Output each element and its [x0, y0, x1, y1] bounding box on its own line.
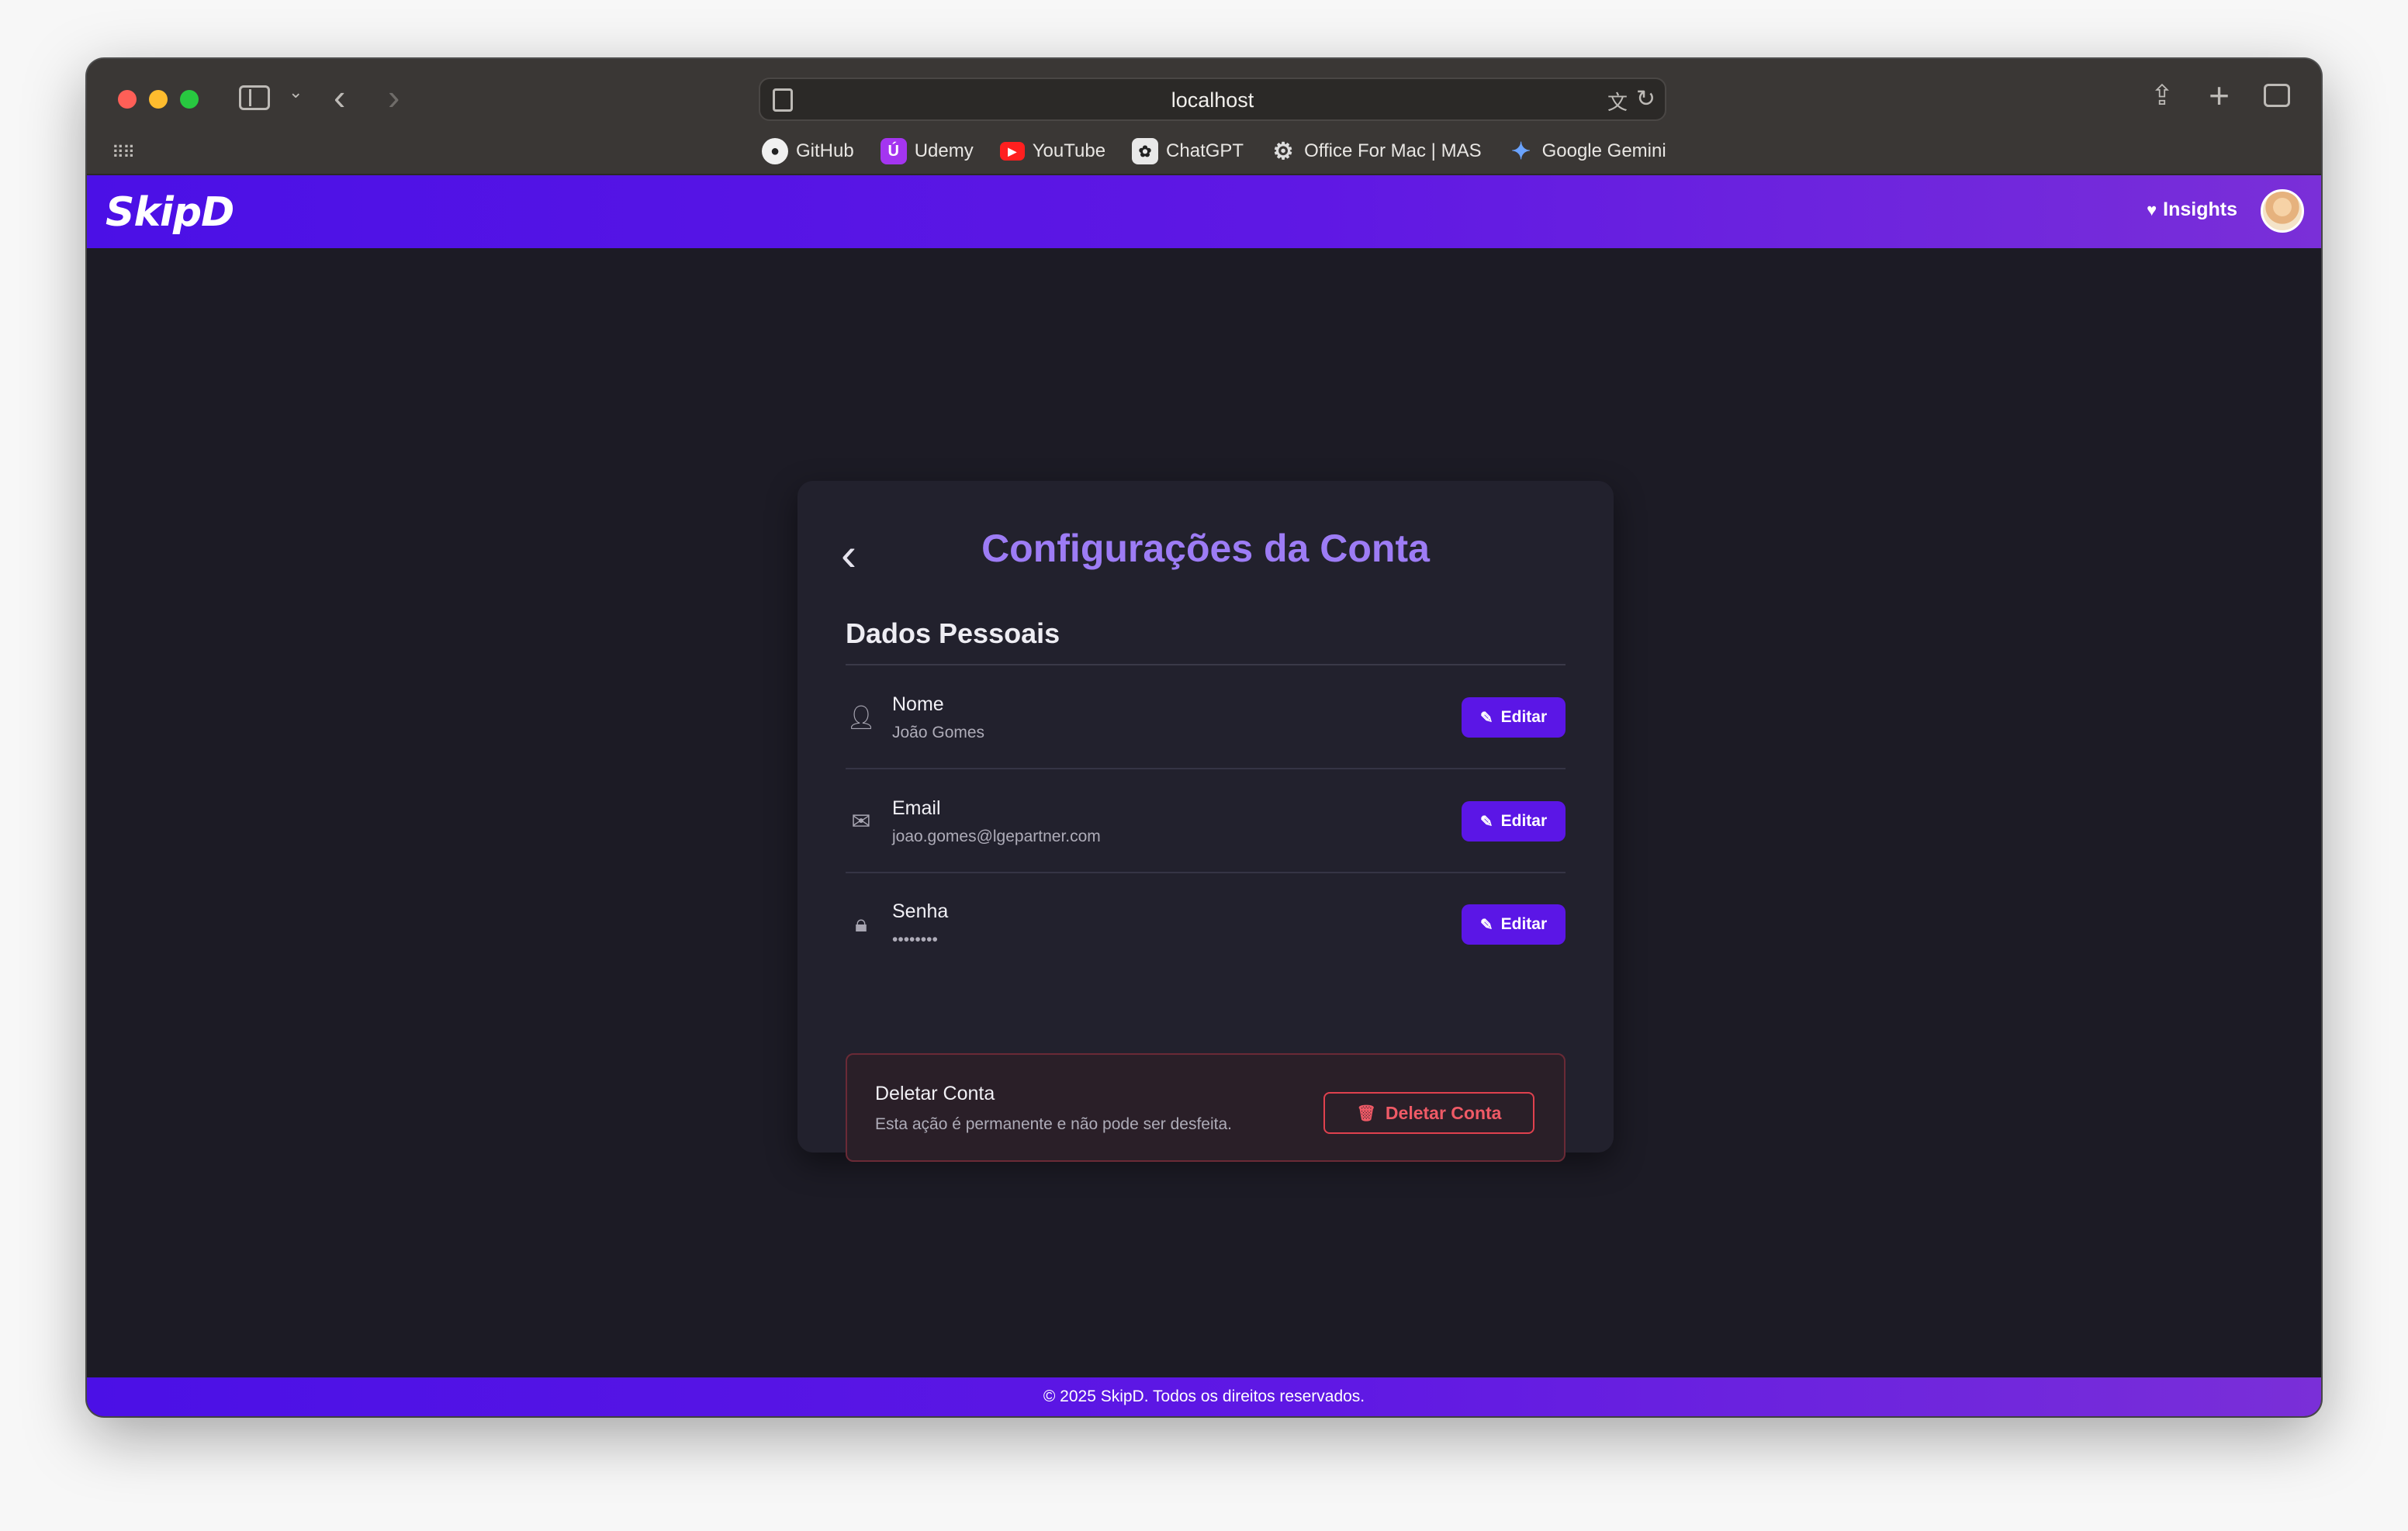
udemy-icon: Ú: [880, 138, 907, 164]
bookmark-label: YouTube: [1032, 140, 1106, 161]
bookmark-label: Udemy: [914, 140, 974, 161]
bookmark-label: GitHub: [796, 140, 854, 161]
chatgpt-icon: ✿: [1132, 138, 1159, 164]
forward-arrow-icon[interactable]: ›: [388, 76, 400, 118]
trash-icon: 🗑︎: [1356, 1104, 1376, 1122]
bookmark-label: Office For Mac | MAS: [1304, 140, 1482, 161]
bookmark-office[interactable]: ⚙ Office For Mac | MAS: [1270, 138, 1482, 164]
browser-toolbar: ⌄ ‹ › localhost 文 ↻ ⇪ + ⠿⠿ ● GitHub Ú Ud…: [87, 59, 2321, 175]
chevron-down-icon[interactable]: ⌄: [289, 82, 303, 102]
section-title: Dados Pessoais: [846, 617, 1060, 649]
edit-label: Editar: [1500, 708, 1548, 726]
field-value: joao.gomes@lgepartner.com: [892, 827, 1101, 845]
apps-grid-icon[interactable]: ⠿⠿: [112, 143, 135, 163]
field-label: Senha: [892, 900, 949, 922]
bookmark-label: ChatGPT: [1166, 140, 1244, 161]
url-text: localhost: [1171, 88, 1254, 112]
bookmark-youtube[interactable]: ▶ YouTube: [999, 140, 1106, 162]
avatar[interactable]: [2261, 189, 2304, 233]
app-logo[interactable]: SkipD: [106, 189, 234, 236]
edit-email-button[interactable]: ✎ Editar: [1462, 801, 1566, 842]
pencil-icon: ✎: [1479, 709, 1493, 727]
pencil-icon: ✎: [1479, 916, 1493, 934]
mail-icon: ✉: [851, 808, 871, 835]
bookmark-gemini[interactable]: ✦ Google Gemini: [1508, 138, 1666, 164]
github-icon: ●: [762, 138, 788, 164]
edit-label: Editar: [1500, 915, 1548, 933]
insights-label: Insights: [2163, 199, 2237, 220]
edit-label: Editar: [1500, 812, 1548, 830]
page-title: Configurações da Conta: [981, 527, 1430, 570]
field-row-name: 👤︎ Nome João Gomes ✎ Editar: [846, 667, 1566, 769]
gemini-sparkle-icon: ✦: [1511, 138, 1531, 164]
delete-account-button[interactable]: 🗑︎ Deletar Conta: [1323, 1092, 1534, 1134]
pencil-icon: ✎: [1479, 813, 1493, 831]
zoom-window-button[interactable]: [180, 90, 199, 109]
section-divider: [846, 664, 1566, 665]
edit-password-button[interactable]: ✎ Editar: [1462, 904, 1566, 945]
delete-label: Deletar Conta: [1385, 1102, 1502, 1123]
gear-icon: ⚙: [1272, 138, 1294, 164]
person-icon: 👤︎: [846, 704, 877, 731]
field-label: Email: [892, 797, 941, 819]
field-label: Nome: [892, 693, 944, 715]
bookmark-udemy[interactable]: Ú Udemy: [880, 138, 974, 164]
edit-name-button[interactable]: ✎ Editar: [1462, 697, 1566, 738]
close-window-button[interactable]: [118, 90, 137, 109]
field-value: ••••••••: [892, 930, 938, 949]
reload-icon[interactable]: ↻: [1636, 85, 1656, 112]
app-header: SkipD ♥ Insights: [87, 175, 2321, 248]
field-value: João Gomes: [892, 723, 985, 741]
youtube-icon: ▶: [999, 142, 1025, 161]
address-bar[interactable]: localhost 文 ↻: [759, 78, 1666, 121]
window-controls: [118, 90, 199, 109]
browser-window: ⌄ ‹ › localhost 文 ↻ ⇪ + ⠿⠿ ● GitHub Ú Ud…: [87, 59, 2321, 1416]
tab-overview-icon[interactable]: [2264, 84, 2290, 107]
field-row-password: 🔒︎ Senha •••••••• ✎ Editar: [846, 873, 1566, 976]
sidebar-toggle-icon[interactable]: [239, 85, 270, 110]
bookmark-chatgpt[interactable]: ✿ ChatGPT: [1132, 138, 1244, 164]
translate-icon[interactable]: 文: [1607, 87, 1628, 116]
danger-title: Deletar Conta: [875, 1083, 995, 1104]
delete-account-panel: Deletar Conta Esta ação é permanente e n…: [846, 1053, 1566, 1162]
account-settings-card: ‹ Configurações da Conta Dados Pessoais …: [797, 481, 1614, 1162]
insights-link[interactable]: ♥ Insights: [2147, 199, 2237, 221]
new-tab-icon[interactable]: +: [2209, 74, 2230, 116]
bookmark-github[interactable]: ● GitHub: [762, 138, 854, 164]
share-icon[interactable]: ⇪: [2150, 79, 2174, 112]
back-arrow-icon[interactable]: ‹: [334, 76, 345, 118]
bookmarks-bar: ● GitHub Ú Udemy ▶ YouTube ✿ ChatGPT ⚙ O…: [762, 138, 1666, 164]
minimize-window-button[interactable]: [149, 90, 168, 109]
app-footer: © 2025 SkipD. Todos os direitos reservad…: [87, 1377, 2321, 1416]
lock-icon: 🔒︎: [855, 911, 867, 937]
heart-icon: ♥: [2147, 199, 2157, 219]
danger-subtitle: Esta ação é permanente e não pode ser de…: [875, 1115, 1232, 1133]
bookmark-label: Google Gemini: [1541, 140, 1666, 161]
field-row-email: ✉ Email joao.gomes@lgepartner.com ✎ Edit…: [846, 771, 1566, 873]
